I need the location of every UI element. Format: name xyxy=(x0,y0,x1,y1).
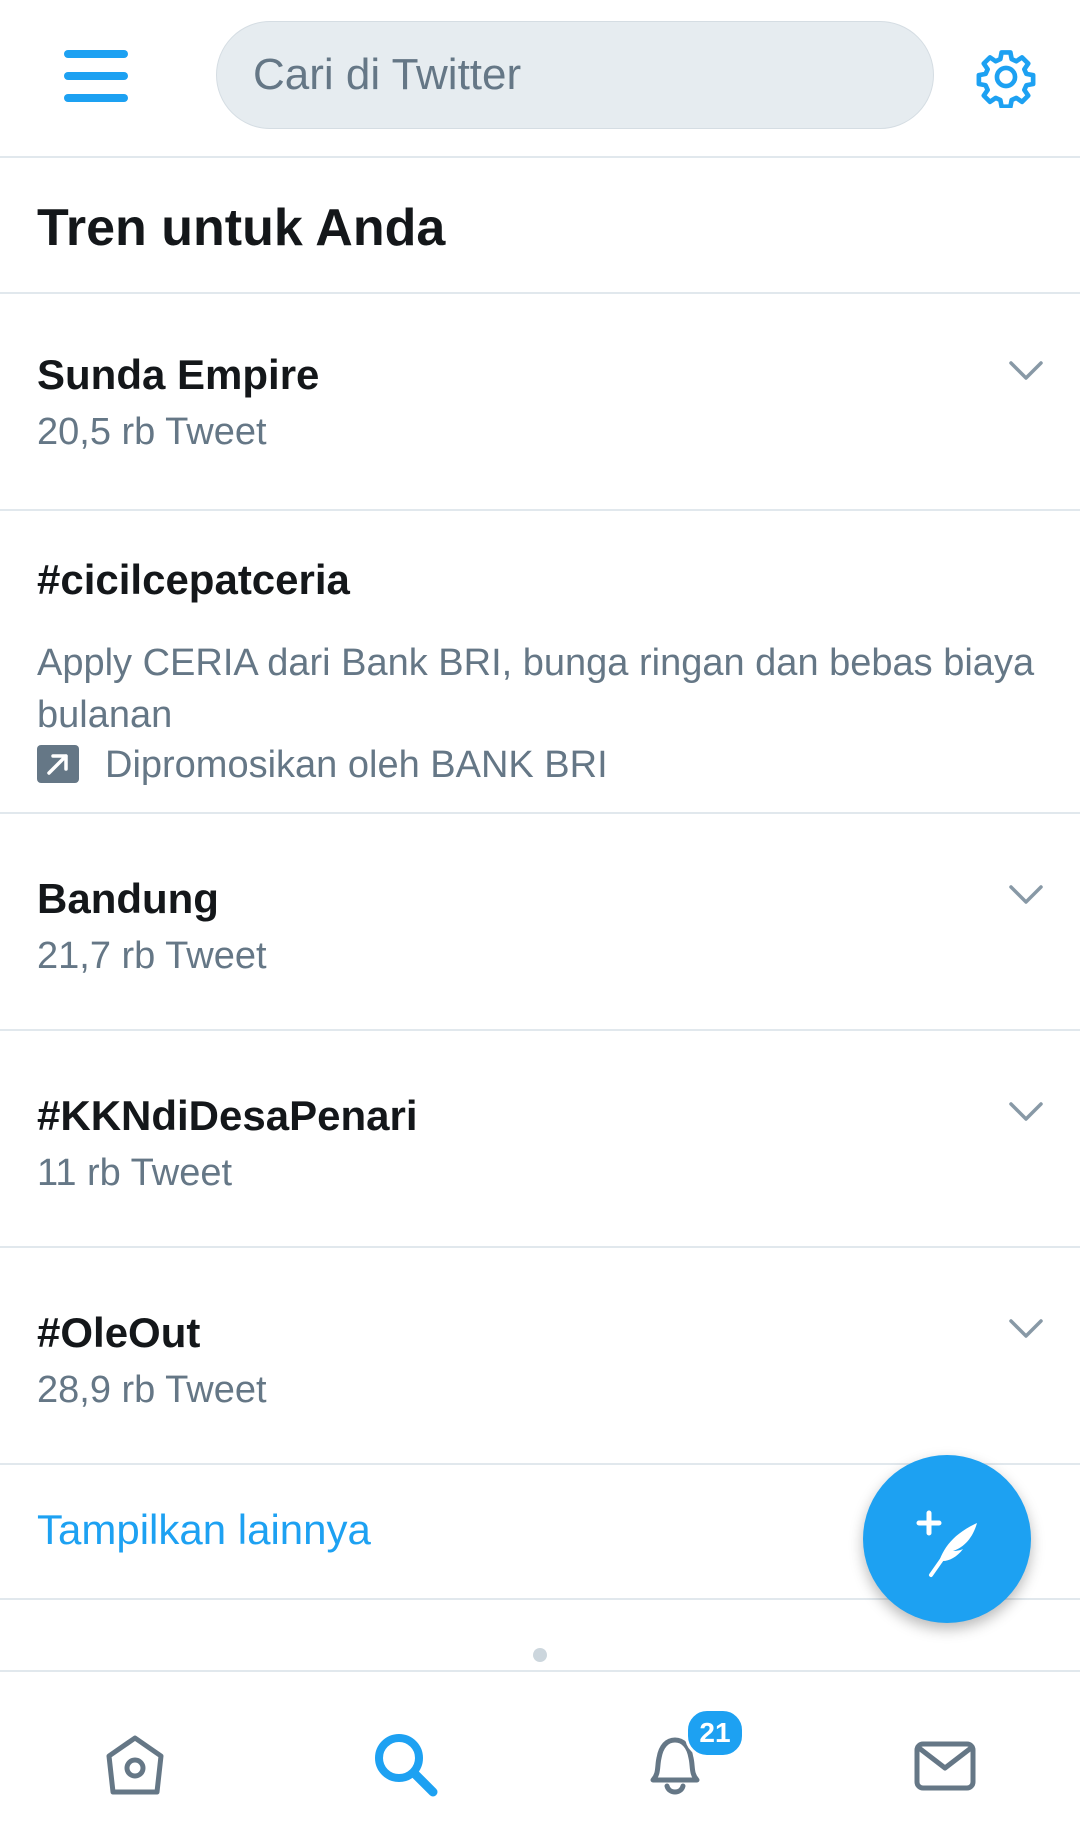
trend-name: #OleOut xyxy=(37,1309,201,1356)
trend-tweet-count: 11 rb Tweet xyxy=(37,1152,233,1194)
trend-item[interactable]: Bandung 21,7 rb Tweet xyxy=(0,814,1080,1031)
chevron-down-icon[interactable] xyxy=(1008,360,1044,382)
trend-item[interactable]: #KKNdiDesaPenari 11 rb Tweet xyxy=(0,1031,1080,1248)
chevron-down-icon[interactable] xyxy=(1008,884,1044,906)
trend-name: #KKNdiDesaPenari xyxy=(37,1092,418,1139)
notifications-badge: 21 xyxy=(685,1708,745,1758)
top-bar: Cari di Twitter xyxy=(0,0,1080,158)
section-header: Tren untuk Anda xyxy=(0,158,1080,294)
trend-item[interactable]: Sunda Empire 20,5 rb Tweet xyxy=(0,294,1080,511)
chevron-down-icon[interactable] xyxy=(1008,1318,1044,1340)
promoted-by-text: Dipromosikan oleh BANK BRI xyxy=(105,744,608,786)
trend-name: #cicilcepatceria xyxy=(37,556,350,603)
messages-envelope-icon[interactable] xyxy=(909,1728,981,1800)
trend-name: Sunda Empire xyxy=(37,351,320,398)
trend-tweet-count: 20,5 rb Tweet xyxy=(37,411,267,453)
search-placeholder: Cari di Twitter xyxy=(253,50,522,99)
promoted-icon xyxy=(37,745,79,783)
chevron-down-icon[interactable] xyxy=(1008,1101,1044,1123)
trend-tweet-count: 21,7 rb Tweet xyxy=(37,935,267,977)
show-more-label: Tampilkan lainnya xyxy=(37,1506,371,1553)
promoted-description: Apply CERIA dari Bank BRI, bunga ringan … xyxy=(37,642,1035,736)
page-indicator-dot xyxy=(533,1648,547,1662)
trend-name: Bandung xyxy=(37,875,219,922)
hamburger-menu-icon[interactable] xyxy=(64,48,128,104)
section-title: Tren untuk Anda xyxy=(37,199,446,257)
promoted-trend-item[interactable]: #cicilcepatceria Apply CERIA dari Bank B… xyxy=(0,511,1080,814)
search-icon[interactable] xyxy=(369,1728,441,1800)
compose-tweet-button[interactable] xyxy=(863,1455,1031,1623)
search-input[interactable]: Cari di Twitter xyxy=(216,21,934,129)
compose-feather-icon xyxy=(916,1510,977,1577)
home-icon[interactable] xyxy=(99,1728,171,1800)
trend-item[interactable]: #OleOut 28,9 rb Tweet xyxy=(0,1248,1080,1465)
bottom-navigation: 21 xyxy=(0,1670,1080,1839)
trend-tweet-count: 28,9 rb Tweet xyxy=(37,1369,267,1411)
gear-icon[interactable] xyxy=(975,46,1037,108)
page: Cari di Twitter Tren untuk Anda Sunda Em… xyxy=(0,0,1080,1839)
